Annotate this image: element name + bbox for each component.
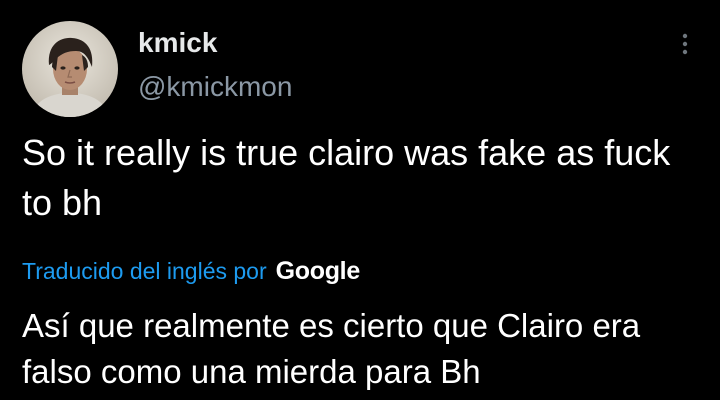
tweet-card: kmick @kmickmon So it really is true cla… xyxy=(0,0,720,400)
translation-attribution: Traducido del inglés por Google xyxy=(22,256,360,286)
tweet-text: So it really is true clairo was fake as … xyxy=(22,132,671,223)
google-logo: Google xyxy=(275,256,361,285)
avatar[interactable] xyxy=(22,21,118,117)
display-name[interactable]: kmick xyxy=(138,26,217,60)
user-handle[interactable]: @kmickmon xyxy=(138,70,292,104)
avatar-image xyxy=(22,21,118,117)
more-vertical-icon[interactable] xyxy=(675,30,695,58)
translated-text: Así que realmente es cierto que Clairo e… xyxy=(22,307,641,390)
translation-label-link[interactable]: Traducido del inglés por xyxy=(22,258,267,285)
more-icon-glyph xyxy=(682,33,688,55)
